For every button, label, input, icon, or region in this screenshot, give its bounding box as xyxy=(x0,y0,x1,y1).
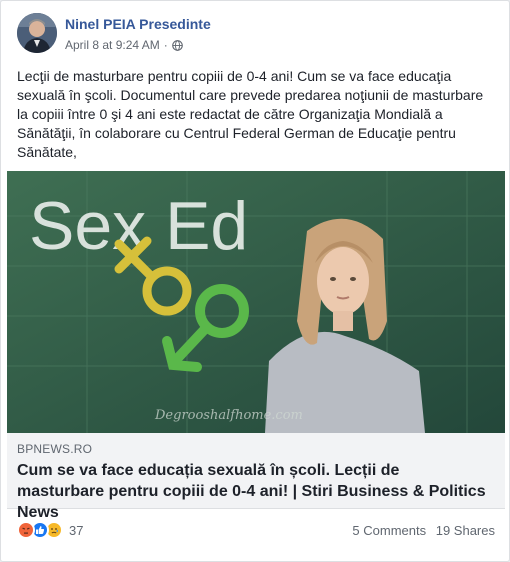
link-title[interactable]: Cum se va face educația sexuală în școli… xyxy=(17,460,487,523)
link-domain: BPNEWS.RO xyxy=(17,442,93,456)
globe-icon[interactable] xyxy=(171,39,183,51)
link-preview[interactable]: BPNEWS.RO Cum se va face educația sexual… xyxy=(7,433,505,521)
angry-reaction-icon xyxy=(17,521,35,539)
facebook-post: Ninel PEIA Presedinte April 8 at 9:24 AM… xyxy=(0,0,510,562)
post-timestamp[interactable]: April 8 at 9:24 AM xyxy=(65,38,160,52)
author-name[interactable]: Ninel PEIA Presedinte xyxy=(65,16,211,32)
chalkboard-photo: Sex Ed Degrooshalfhome.com xyxy=(7,171,505,433)
reactions-summary[interactable]: 37 xyxy=(17,520,83,540)
image-watermark: Degrooshalfhome.com xyxy=(154,408,303,423)
link-preview-image[interactable]: Sex Ed Degrooshalfhome.com xyxy=(7,171,505,433)
post-header: Ninel PEIA Presedinte April 8 at 9:24 AM… xyxy=(17,13,487,57)
reaction-count[interactable]: 37 xyxy=(69,523,83,538)
engagement-counts: 5 Comments 19 Shares xyxy=(352,523,495,538)
avatar-image xyxy=(17,13,57,53)
post-footer: 37 5 Comments 19 Shares xyxy=(17,517,495,543)
post-meta: April 8 at 9:24 AM · xyxy=(65,38,183,52)
comments-count[interactable]: 5 Comments xyxy=(352,523,426,538)
post-text: Lecţii de masturbare pentru copiii de 0-… xyxy=(17,68,484,160)
meta-separator: · xyxy=(163,38,168,52)
shares-count[interactable]: 19 Shares xyxy=(436,523,495,538)
author-avatar[interactable] xyxy=(17,13,57,53)
